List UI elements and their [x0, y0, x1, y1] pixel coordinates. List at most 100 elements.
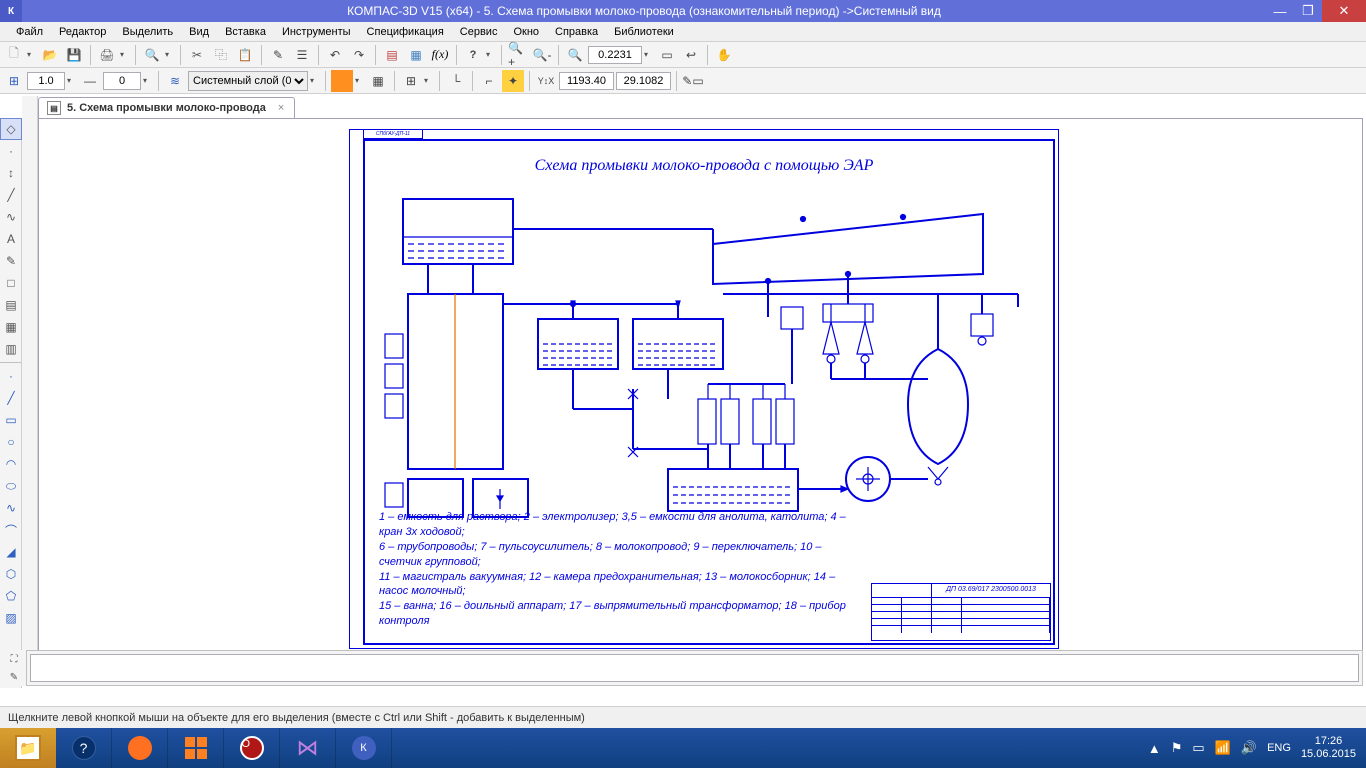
menubar: Файл Редактор Выделить Вид Вставка Инстр… [0, 22, 1366, 42]
taskbar-help[interactable]: ? [56, 728, 112, 768]
spline-icon[interactable]: ∿ [0, 206, 22, 228]
menu-window[interactable]: Окно [507, 24, 545, 40]
rect-icon[interactable]: ▭ [0, 409, 22, 431]
menu-editor[interactable]: Редактор [53, 24, 112, 40]
layer-select[interactable]: Системный слой (0) [188, 71, 308, 91]
tab-schema[interactable]: ▤ 5. Схема промывки молоко-провода × [38, 97, 295, 118]
vars-icon[interactable]: ▦ [405, 44, 427, 66]
fillet-icon[interactable]: ⌒ [0, 519, 22, 541]
spec-icon[interactable]: ▦ [0, 316, 22, 338]
zoom-fit-icon[interactable]: 🔍 [564, 44, 586, 66]
cut-icon[interactable]: ✂ [186, 44, 208, 66]
hatch-tool-icon[interactable]: ▨ [0, 607, 22, 629]
taskbar-app2[interactable] [168, 728, 224, 768]
point-icon[interactable]: · [0, 140, 22, 162]
brush-icon[interactable]: ✎ [267, 44, 289, 66]
menu-spec[interactable]: Спецификация [361, 24, 450, 40]
tray-action-icon[interactable]: ▭ [1192, 740, 1204, 756]
menu-view[interactable]: Вид [183, 24, 215, 40]
menu-libraries[interactable]: Библиотеки [608, 24, 680, 40]
aux-line-icon[interactable]: ╱ [0, 387, 22, 409]
maximize-button[interactable]: ❐ [1294, 0, 1322, 22]
dims-icon[interactable]: ↕ [0, 162, 22, 184]
chamfer-icon[interactable]: ◢ [0, 541, 22, 563]
tray-lang[interactable]: ENG [1267, 742, 1291, 754]
app-icon[interactable]: К [0, 0, 22, 22]
undo-icon[interactable]: ↶ [324, 44, 346, 66]
coord-y-input[interactable] [616, 72, 671, 90]
menu-insert[interactable]: Вставка [219, 24, 272, 40]
zoom-in-icon[interactable]: 🔍+ [507, 44, 529, 66]
zoom-value-input[interactable] [588, 46, 642, 64]
coord-x-input[interactable] [559, 72, 614, 90]
tray-volume-icon[interactable]: 🔊 [1241, 740, 1257, 756]
pan-icon[interactable]: ✋ [713, 44, 735, 66]
zoom-window-icon[interactable]: ▭ [656, 44, 678, 66]
redo-icon[interactable]: ↷ [348, 44, 370, 66]
scale-input[interactable] [27, 72, 65, 90]
param-icon[interactable]: □ [0, 272, 22, 294]
copy-props-icon[interactable]: ✎▭ [682, 70, 704, 92]
menu-file[interactable]: Файл [10, 24, 49, 40]
tab-close-icon[interactable]: × [278, 102, 284, 114]
menu-help[interactable]: Справка [549, 24, 604, 40]
zoom-prev-icon[interactable]: ↩ [680, 44, 702, 66]
preview-icon[interactable]: 🔍 [141, 44, 163, 66]
zoom-out-icon[interactable]: 🔍- [531, 44, 553, 66]
new-dropdown[interactable]: ▾ [27, 50, 37, 59]
ellipse-icon[interactable]: ⬭ [0, 475, 22, 497]
taskbar-opera[interactable]: O [224, 728, 280, 768]
ortho-icon[interactable]: └ [445, 70, 467, 92]
pp-btn-1[interactable]: ⛶ [3, 650, 25, 668]
polygon-icon[interactable]: ⬡ [0, 563, 22, 585]
taskbar-kompas[interactable]: К [336, 728, 392, 768]
tray-wifi-icon[interactable]: 📶 [1215, 740, 1231, 756]
text-icon[interactable]: A [0, 228, 22, 250]
save-icon[interactable]: 💾 [63, 44, 85, 66]
line-icon[interactable]: ╱ [0, 184, 22, 206]
bezier-icon[interactable]: ∿ [0, 497, 22, 519]
grid-icon[interactable]: ⊞ [400, 70, 422, 92]
tray-clock[interactable]: 17:26 15.06.2015 [1301, 735, 1356, 761]
poly-icon[interactable]: ⬠ [0, 585, 22, 607]
help-icon[interactable]: ? [462, 44, 484, 66]
menu-tools[interactable]: Инструменты [276, 24, 357, 40]
measure-icon[interactable]: ▤ [0, 294, 22, 316]
hatch-icon[interactable]: ▦ [367, 70, 389, 92]
line-style-icon[interactable]: — [79, 70, 101, 92]
open-icon[interactable]: 📂 [39, 44, 61, 66]
pp-btn-2[interactable]: ✎ [3, 668, 25, 686]
menu-service[interactable]: Сервис [454, 24, 504, 40]
tray-up-icon[interactable]: ▲ [1148, 741, 1161, 756]
taskbar-vs[interactable]: ⋈ [280, 728, 336, 768]
start-button[interactable]: 📁 [0, 728, 56, 768]
snap-icon[interactable]: ⊞ [3, 70, 25, 92]
layer-icon[interactable]: ≋ [164, 70, 186, 92]
fx-icon[interactable]: f(x) [429, 44, 451, 66]
geometry-icon[interactable]: ◇ [0, 118, 22, 140]
print-icon[interactable]: 🖨 [96, 44, 118, 66]
segment-icon[interactable]: · [0, 365, 22, 387]
report-icon[interactable]: ▥ [0, 338, 22, 360]
menu-select[interactable]: Выделить [116, 24, 179, 40]
circle-icon[interactable]: ○ [0, 431, 22, 453]
coord-mode-icon[interactable]: Y↕X [535, 70, 557, 92]
new-icon[interactable]: 🗋 [3, 44, 25, 66]
edit-icon[interactable]: ✎ [0, 250, 22, 272]
angle-icon[interactable]: ⌐ [478, 70, 500, 92]
arc-icon[interactable]: ◠ [0, 453, 22, 475]
color-swatch[interactable] [331, 70, 353, 92]
taskbar-app1[interactable] [112, 728, 168, 768]
step-input[interactable] [103, 72, 141, 90]
print-dropdown[interactable]: ▾ [120, 50, 130, 59]
library-icon[interactable]: ▤ [381, 44, 403, 66]
props-icon[interactable]: ☰ [291, 44, 313, 66]
minimize-button[interactable]: — [1266, 0, 1294, 22]
drawing-canvas[interactable]: СПбГАУ-ДП-11 Схема промывки молоко-прово… [38, 118, 1363, 664]
paste-icon[interactable]: 📋 [234, 44, 256, 66]
snap-toggle-icon[interactable]: ✦ [502, 70, 524, 92]
copy-icon[interactable]: ⿻ [210, 44, 232, 66]
tray-flag-icon[interactable]: ⚑ [1171, 740, 1183, 756]
property-input[interactable] [30, 654, 1359, 682]
close-button[interactable]: ✕ [1322, 0, 1366, 22]
